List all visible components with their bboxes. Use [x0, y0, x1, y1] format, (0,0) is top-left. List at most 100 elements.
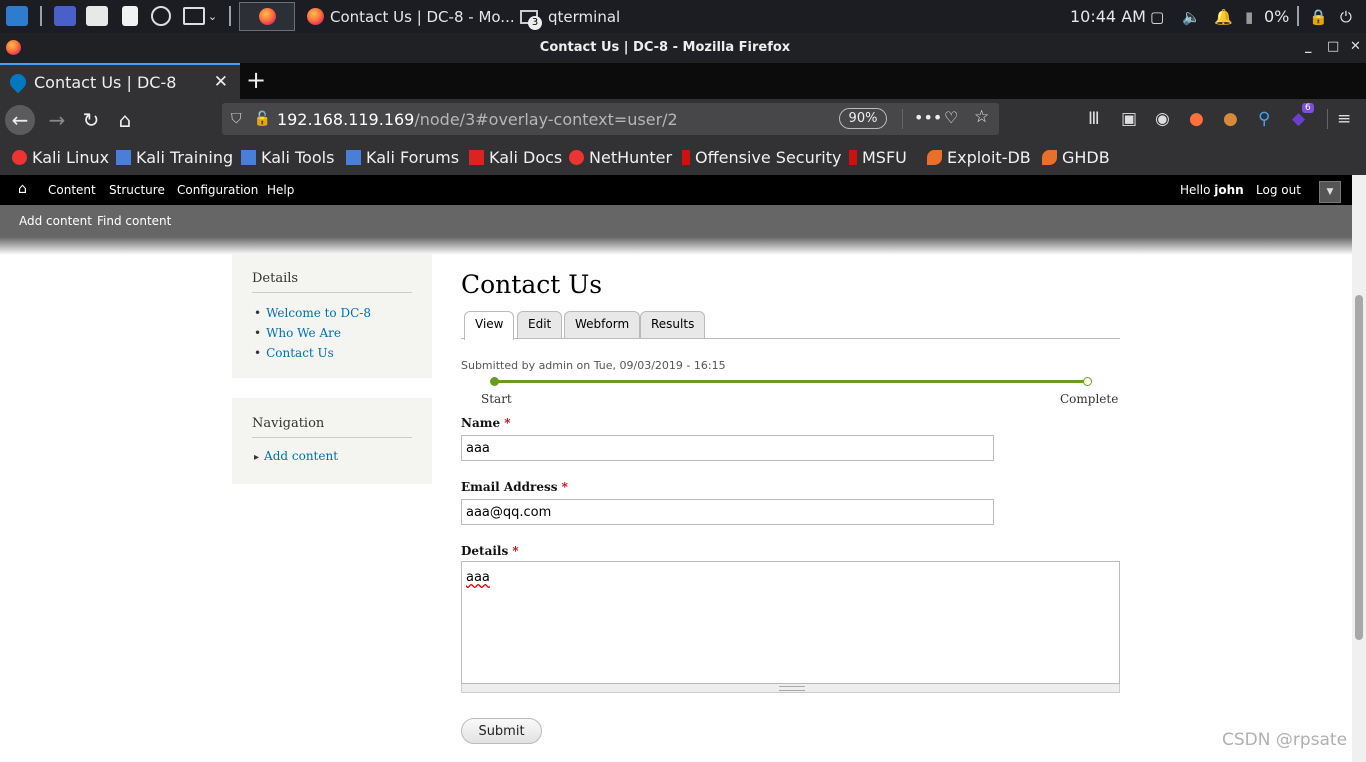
page-actions-icon[interactable]: ••• [914, 108, 942, 127]
shortcut-find-content[interactable]: Find content [97, 214, 171, 228]
exploitdb-icon [927, 150, 942, 165]
terminal-dropdown-icon[interactable]: ⌄ [180, 4, 220, 28]
toolbar-shadow [0, 237, 1352, 255]
progress-start-dot [490, 377, 499, 386]
new-tab-button[interactable]: + [246, 66, 266, 94]
shortcuts-toggle-button[interactable]: ▼ [1319, 181, 1341, 203]
lock-icon[interactable]: 🔒 [1309, 0, 1328, 33]
forward-arrow-icon[interactable]: → [42, 105, 72, 135]
bookmark-nethunter[interactable]: NetHunter [569, 148, 672, 167]
bookmark-offensive-security[interactable]: Offensive Security [682, 148, 841, 167]
kali-dragon-icon [569, 150, 584, 165]
bookmark-label: GHDB [1062, 148, 1110, 167]
toolbar-structure[interactable]: Structure [109, 183, 165, 197]
link-contact-us[interactable]: Contact Us [254, 346, 371, 366]
back-arrow-icon[interactable]: ← [5, 105, 35, 135]
link-add-content[interactable]: Add content [254, 449, 338, 469]
navigation-block-title: Navigation [252, 416, 412, 438]
zoom-level-button[interactable]: 90% [839, 108, 887, 129]
show-desktop-icon[interactable] [53, 4, 77, 28]
close-tab-icon[interactable]: ✕ [214, 72, 228, 92]
cookie-extension-icon[interactable]: ● [1223, 109, 1238, 129]
link-welcome[interactable]: Welcome to DC-8 [254, 306, 371, 326]
details-textarea[interactable]: aaa [461, 561, 1120, 684]
required-marker: * [561, 480, 568, 494]
home-icon[interactable]: ⌂ [110, 105, 140, 135]
taskbar-task-firefox[interactable]: Contact Us | DC-8 - Mo... [307, 2, 515, 31]
reload-icon[interactable]: ↻ [76, 105, 106, 135]
tracking-shield-icon[interactable]: ⛉ [231, 111, 242, 127]
drupal-shortcuts-bar: Add content Find content [0, 205, 1352, 237]
tab-webform[interactable]: Webform [564, 311, 641, 338]
logout-icon[interactable]: ⏻ [1340, 0, 1352, 33]
toolbar-help[interactable]: Help [267, 183, 294, 197]
username[interactable]: john [1214, 183, 1243, 197]
notification-bell-icon[interactable]: 🔔 [1214, 0, 1233, 33]
account-icon[interactable]: ◉ [1155, 109, 1170, 129]
bookmark-label: MSFU [862, 148, 907, 167]
bookmark-label: Kali Docs [489, 148, 563, 167]
volume-icon[interactable]: 🔈 [1182, 0, 1201, 33]
url-host: 192.168.119.169 [276, 109, 415, 129]
bookmark-star-icon[interactable]: ☆ [974, 107, 989, 127]
submit-button[interactable]: Submit [461, 718, 542, 744]
firefox-extension-icon[interactable]: ● [1189, 109, 1204, 129]
bookmark-exploit-db[interactable]: Exploit-DB [927, 148, 1031, 167]
maximize-button[interactable]: □ [1327, 39, 1339, 54]
library-icon[interactable]: Ⅲ [1088, 109, 1100, 129]
name-label: Name * [461, 416, 511, 430]
kali-tool-icon [116, 150, 131, 165]
submitted-info: Submitted by admin on Tue, 09/03/2019 - … [461, 359, 726, 372]
tab-edit[interactable]: Edit [517, 311, 563, 338]
scrollbar-thumb[interactable] [1355, 295, 1363, 640]
tab-view[interactable]: View [464, 311, 515, 340]
bookmark-kali-forums[interactable]: Kali Forums [346, 148, 459, 167]
location-extension-icon[interactable]: ⚲ [1258, 109, 1270, 129]
toolbar-content[interactable]: Content [48, 183, 96, 197]
purple-extension-icon[interactable]: ◆ 6 [1292, 103, 1314, 129]
kali-tool-icon [346, 150, 361, 165]
bookmark-msfu[interactable]: MSFU [849, 148, 907, 167]
page-scrollbar[interactable] [1352, 175, 1366, 762]
hello-text: Hello [1180, 183, 1211, 197]
taskbar-task-qterminal[interactable]: 3 qterminal [520, 2, 620, 31]
link-who-we-are[interactable]: Who We Are [254, 326, 371, 346]
logout-link[interactable]: Log out [1256, 183, 1301, 197]
pocket-icon[interactable]: ♡ [944, 108, 958, 127]
textarea-resize-handle[interactable] [461, 684, 1120, 693]
bookmark-label: Kali Tools [261, 148, 335, 167]
tab-results[interactable]: Results [640, 311, 706, 338]
text-editor-icon[interactable] [118, 4, 142, 28]
toolbar-configuration[interactable]: Configuration [177, 183, 258, 197]
bookmark-ghdb[interactable]: GHDB [1042, 148, 1110, 167]
details-block: Details Welcome to DC-8 Who We Are Conta… [232, 253, 432, 378]
taskbar-firefox-launcher[interactable] [239, 2, 295, 31]
file-manager-icon[interactable] [85, 4, 109, 28]
bookmark-kali-linux[interactable]: Kali Linux [12, 148, 109, 167]
close-window-button[interactable]: ✕ [1350, 39, 1361, 54]
url-bar[interactable]: ⛉ 🔓 192.168.119.169/node/3#overlay-conte… [222, 103, 999, 135]
minimize-button[interactable]: _ [1305, 39, 1312, 54]
taskbar-separator [1297, 6, 1299, 26]
kali-dragon-icon [12, 150, 27, 165]
terminal-count-badge: 3 [528, 15, 542, 30]
hamburger-menu-icon[interactable]: ≡ [1337, 109, 1351, 129]
bookmark-kali-training[interactable]: Kali Training [116, 148, 233, 167]
insecure-lock-icon[interactable]: 🔓 [254, 111, 271, 127]
email-input[interactable] [461, 499, 994, 525]
home-icon[interactable]: ⌂ [18, 181, 27, 197]
bookmark-kali-tools[interactable]: Kali Tools [241, 148, 334, 167]
browser-globe-icon[interactable] [149, 4, 173, 28]
taskbar-clock[interactable]: 10:44 AM [1070, 0, 1146, 33]
bookmark-label: NetHunter [589, 148, 673, 167]
battery-icon[interactable]: ▮ [1245, 0, 1253, 33]
sidebar-icon[interactable]: ▣ [1121, 109, 1137, 129]
details-label-text: Details [461, 544, 509, 558]
shortcut-add-content[interactable]: Add content [19, 214, 92, 228]
bookmark-kali-docs[interactable]: Kali Docs [469, 148, 562, 167]
name-input[interactable] [461, 435, 994, 461]
screen-icon[interactable]: ▢ [1150, 0, 1164, 33]
browser-tab[interactable]: Contact Us | DC-8 ✕ [0, 63, 240, 99]
kali-menu-icon[interactable] [4, 4, 30, 28]
offsec-icon [682, 150, 690, 165]
